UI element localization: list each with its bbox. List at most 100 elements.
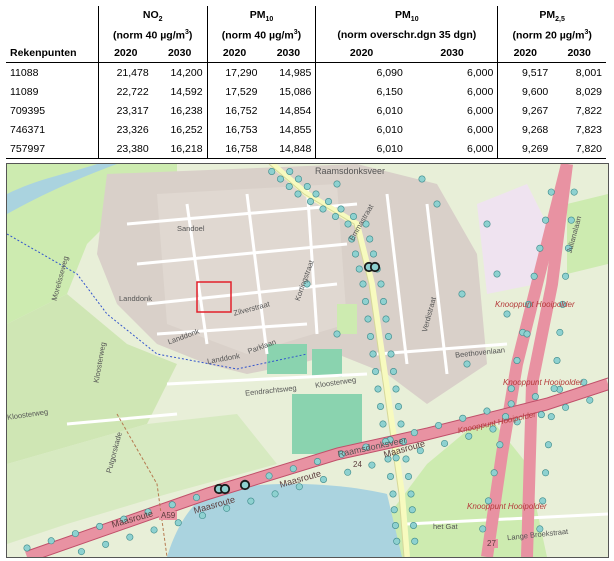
highlighted-receptor-marker	[239, 479, 251, 491]
receptor-marker	[379, 298, 387, 306]
receptor-marker	[271, 490, 279, 498]
receptor-marker	[463, 360, 471, 368]
receptor-marker	[285, 182, 293, 190]
receptor-marker	[384, 333, 392, 341]
cell: 23,380	[97, 139, 153, 159]
cell: 17,290	[206, 62, 262, 82]
receptor-marker	[371, 368, 379, 376]
receptor-marker	[313, 457, 321, 465]
receptor-marker	[369, 350, 377, 358]
receptor-marker	[268, 168, 276, 176]
table-row: 709395 23,317 16,238 16,752 14,854 6,010…	[6, 101, 606, 120]
receptor-marker	[382, 315, 390, 323]
label-het-gat: het Gat	[433, 522, 458, 531]
receptor-marker	[331, 212, 339, 220]
cell: 21,478	[97, 62, 153, 82]
cell: 7,820	[552, 139, 606, 159]
receptor-marker	[377, 280, 385, 288]
receptor-marker	[294, 190, 302, 198]
receptor-marker	[503, 310, 511, 318]
cell: 15,086	[279, 85, 312, 98]
receptor-marker	[544, 441, 552, 449]
receptor-marker	[359, 280, 367, 288]
receptor-marker	[556, 328, 564, 336]
header-pm10: PM10	[206, 6, 316, 26]
sports-field	[267, 344, 307, 374]
cell: 6,010	[315, 101, 407, 120]
label-a59: A59	[159, 511, 178, 520]
receptor-marker	[286, 168, 294, 176]
table-row: 746371 23,326 16,252 16,753 14,855 6,010…	[6, 120, 606, 139]
receptor-marker	[174, 519, 182, 527]
norm-pm25: (norm 20 µg/m3)	[497, 26, 606, 44]
sports-field	[312, 349, 342, 377]
row-id: 709395	[10, 104, 46, 117]
cell: 14,848	[261, 139, 316, 159]
cell: 16,752	[206, 101, 262, 120]
receptor-marker	[355, 265, 363, 273]
cell: 6,010	[315, 139, 407, 159]
label-knooppunt: Knooppunt Hooipolder	[467, 502, 547, 511]
highlighted-receptor-marker	[219, 483, 231, 495]
receptor-marker	[351, 250, 359, 258]
year-header: 2020	[315, 44, 407, 63]
receptor-marker	[77, 548, 85, 556]
cell: 7,823	[575, 123, 602, 136]
cell: 23,326	[97, 120, 153, 139]
receptor-marker	[530, 272, 538, 280]
receptor-marker	[344, 220, 352, 228]
year-header: 2020	[97, 44, 153, 63]
cell: 9,268	[497, 120, 553, 139]
receptor-marker	[409, 521, 417, 529]
label-sandoel: Sandoel	[177, 224, 205, 233]
receptor-marker	[102, 540, 110, 548]
cell: 16,238	[170, 104, 203, 117]
receptor-marker	[364, 315, 372, 323]
receptor-marker	[410, 429, 418, 437]
receptor-marker	[441, 439, 449, 447]
receptor-marker	[435, 421, 443, 429]
receptor-marker	[265, 472, 273, 480]
receptor-marker	[507, 400, 515, 408]
receptor-marker	[408, 506, 416, 514]
receptor-marker	[411, 537, 419, 545]
receptor-marker	[542, 216, 550, 224]
receptor-map: Raamsdonksveer Raamsdonksveer Knooppunt …	[6, 163, 609, 558]
receptor-marker	[379, 420, 387, 428]
cell: 17,529	[206, 82, 262, 101]
cell: 16,252	[170, 123, 203, 136]
receptor-marker	[542, 469, 550, 477]
cell: 9,267	[497, 101, 553, 120]
year-header: 2030	[406, 44, 498, 63]
row-id: 757997	[6, 139, 99, 159]
cell: 6,000	[467, 66, 494, 79]
receptor-marker	[386, 472, 394, 480]
cell: 9,269	[497, 139, 553, 159]
receptor-marker	[247, 497, 255, 505]
receptor-marker	[394, 403, 402, 411]
cell: 16,753	[206, 120, 262, 139]
table-row: 757997 23,380 16,218 16,758 14,848 6,010…	[6, 139, 606, 159]
receptor-marker	[96, 522, 104, 530]
label-knooppunt: Knooppunt Hooipolder	[503, 378, 583, 387]
receptor-marker	[407, 490, 415, 498]
receptor-marker	[289, 465, 297, 473]
receptor-marker	[168, 501, 176, 509]
cell: 6,010	[315, 120, 407, 139]
receptor-marker	[570, 188, 578, 196]
cell: 6,000	[467, 85, 494, 98]
receptor-marker	[366, 333, 374, 341]
receptor-marker	[483, 407, 491, 415]
year-header: 2020	[206, 44, 262, 63]
receptor-marker	[337, 205, 345, 213]
receptor-marker	[496, 441, 504, 449]
receptor-marker	[402, 455, 410, 463]
label-a27: 27	[485, 539, 498, 548]
label-raamsdonksveer: Raamsdonksveer	[315, 166, 386, 176]
receptor-marker	[562, 403, 570, 411]
cell: 22,722	[97, 82, 153, 101]
receptor-marker	[483, 220, 491, 228]
row-id: 11089	[10, 85, 39, 98]
receptor-marker	[389, 368, 397, 376]
receptor-marker	[433, 200, 441, 208]
